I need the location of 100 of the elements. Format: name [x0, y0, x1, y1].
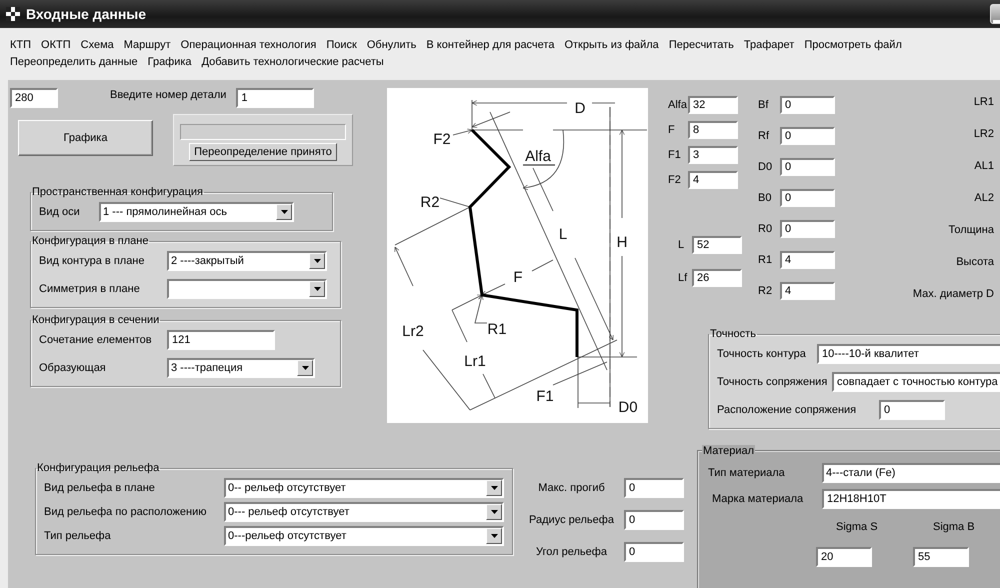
input-field[interactable]: 0 — [780, 220, 835, 238]
menu-item[interactable]: Графика — [148, 56, 192, 68]
param-label: R2 — [758, 285, 774, 297]
field-label: Расположение сопряжения — [717, 404, 858, 416]
field-label: Sigma S — [835, 521, 879, 533]
param-label: R0 — [758, 223, 774, 235]
input-field[interactable]: 32 — [688, 96, 738, 114]
field-label: Сочетание елементов — [39, 334, 153, 346]
input-field[interactable]: 55 — [913, 547, 969, 567]
menu-item[interactable]: Маршрут — [124, 39, 171, 51]
menu-item[interactable]: Трафарет — [744, 39, 794, 51]
field-label: Симметрия в плане — [39, 283, 141, 295]
menu-item[interactable]: Добавить технологические расчеты — [202, 56, 384, 68]
param-label: F2 — [668, 174, 682, 186]
field-label: Вид оси — [39, 206, 81, 218]
param-label: LR1 — [974, 96, 994, 108]
input-field[interactable]: 10----10-й квалитет — [817, 344, 1000, 364]
field-label: Макс. прогиб — [537, 482, 606, 494]
field-label: Точность контура — [717, 348, 807, 360]
input-field[interactable]: 52 — [692, 236, 742, 254]
menu-item[interactable]: КТП — [10, 39, 32, 51]
input-field[interactable]: 0 — [780, 96, 835, 114]
param-label: AL1 — [974, 160, 994, 172]
input-field[interactable]: 26 — [692, 269, 742, 287]
input-field[interactable]: 0 — [780, 127, 835, 145]
field-label: Вид рельефа в плане — [44, 482, 156, 494]
input-field[interactable]: 0 — [879, 400, 945, 420]
input-field[interactable]: 12H18H10T — [822, 489, 1000, 509]
dropdown-field[interactable]: 0--- рельеф отсутствует — [224, 502, 504, 522]
input-field[interactable]: 4 — [780, 251, 835, 269]
param-label: Alfa — [668, 99, 688, 111]
param-label: Lf — [678, 272, 688, 284]
param-label: F — [668, 124, 676, 136]
dimension-label: F1 — [536, 388, 554, 405]
menu-item[interactable]: Схема — [80, 39, 114, 51]
field-label: Тип материала — [708, 467, 786, 479]
input-field[interactable]: 0 — [624, 510, 684, 530]
dropdown-field[interactable]: 2 ----закрытый — [167, 251, 327, 271]
menu-item[interactable]: Обнулить — [366, 39, 416, 51]
input-field[interactable]: 4 — [780, 282, 835, 300]
param-label: AL2 — [974, 192, 994, 204]
field-label: Введите номер детали — [110, 89, 226, 101]
field-label: Угол рельефа — [535, 546, 608, 558]
input-field[interactable]: совпадает с точностью контура — [832, 372, 1000, 392]
dropdown-field[interactable]: 0-- рельеф отсутствует — [224, 478, 504, 498]
dimension-label: D0 — [618, 399, 638, 416]
menu-item[interactable]: Просмотреть файл — [804, 39, 902, 51]
dropdown-field[interactable]: 1 --- прямолинейная ось — [99, 202, 294, 222]
input-field[interactable]: 121 — [167, 330, 275, 350]
graphics-button[interactable]: Графика — [18, 120, 153, 156]
menu-item[interactable]: Открыть из файла — [564, 39, 659, 51]
param-label: Rf — [758, 130, 770, 142]
input-field[interactable]: 0 — [780, 158, 835, 176]
param-label: Высота — [956, 256, 994, 268]
field-label: Sigma B — [932, 521, 976, 533]
dimension-label: F — [513, 269, 523, 286]
input-field[interactable]: 0 — [624, 542, 684, 562]
group-title: Пространственная конфигурация — [31, 186, 204, 198]
field-label: Вид контура в плане — [39, 255, 146, 267]
dimension-label: Lr1 — [464, 353, 486, 370]
dimension-label: L — [558, 226, 568, 243]
group-title: Конфигурация в плане — [31, 235, 150, 247]
group-title: Материал — [702, 445, 755, 457]
accept-button[interactable]: Переопределение принято — [189, 143, 337, 161]
input-field[interactable]: 0 — [624, 478, 684, 498]
menu-item[interactable]: Переопределить данные — [10, 56, 138, 68]
menu-item[interactable]: Поиск — [326, 39, 357, 51]
dimension-label: R2 — [420, 194, 440, 211]
dimension-label: F2 — [433, 131, 451, 148]
param-label: D0 — [758, 161, 774, 173]
group-title: Конфигурация в сечении — [31, 314, 160, 326]
group-title: Точность — [709, 328, 757, 340]
menu-item[interactable]: В контейнер для расчета — [426, 39, 554, 51]
menu-item[interactable]: Пересчитать — [668, 39, 734, 51]
input-field[interactable]: 0 — [780, 189, 835, 207]
param-label: F1 — [668, 149, 682, 161]
dropdown-field[interactable]: 0---рельеф отсутствует — [224, 526, 504, 546]
input-field[interactable]: 3 — [688, 146, 738, 164]
window-title: Входные данные — [26, 6, 148, 22]
field-label: Тип рельефа — [44, 530, 112, 542]
dropdown-field[interactable]: 3 ----трапеция — [167, 358, 315, 378]
dropdown-field[interactable]: 4---стали (Fe) — [822, 463, 1000, 483]
param-label: Мах. диаметр D — [912, 288, 994, 300]
dimension-label: Lr2 — [402, 323, 424, 340]
field-label: Марка материала — [712, 493, 804, 505]
dimension-label: D — [574, 100, 586, 117]
input-field[interactable]: 8 — [688, 121, 738, 139]
menu-item[interactable]: Операционная технология — [180, 39, 316, 51]
input-field[interactable]: 20 — [816, 547, 872, 567]
menu-item[interactable]: ОКТП — [41, 39, 71, 51]
group-title: Конфигурация рельефа — [36, 462, 160, 474]
field-label: Вид рельефа по расположению — [44, 506, 208, 518]
input-field[interactable]: 1 — [236, 88, 314, 108]
param-label: Bf — [758, 99, 770, 111]
param-label: Толщина — [948, 224, 994, 236]
input-field[interactable]: 280 — [10, 88, 58, 108]
param-label: R1 — [758, 254, 774, 266]
field-label: Образующая — [39, 362, 107, 374]
param-label: L — [678, 239, 686, 251]
input-field[interactable]: 4 — [688, 171, 738, 189]
